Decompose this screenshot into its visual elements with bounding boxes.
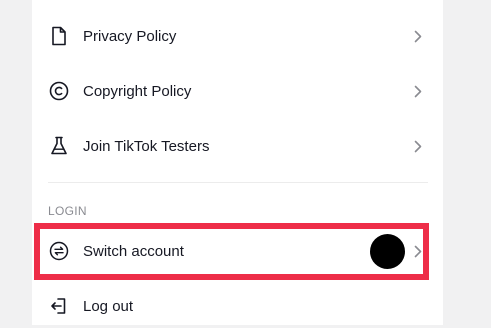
chevron-right-icon <box>412 84 424 98</box>
chevron-right-icon <box>412 244 424 258</box>
join-tiktok-testers-label: Join TikTok Testers <box>83 137 210 155</box>
document-icon <box>48 25 70 47</box>
copyright-policy-label: Copyright Policy <box>83 82 192 100</box>
switch-account-label: Switch account <box>83 242 184 260</box>
logout-icon <box>48 295 70 317</box>
copyright-policy-row[interactable]: Copyright Policy <box>32 69 443 113</box>
chevron-right-icon <box>412 139 424 153</box>
copyright-icon <box>48 80 70 102</box>
privacy-policy-row[interactable]: Privacy Policy <box>32 14 443 58</box>
section-divider <box>48 182 428 183</box>
log-out-label: Log out <box>83 297 134 315</box>
cursor-dot-marker <box>370 234 405 269</box>
chevron-right-icon <box>412 29 424 43</box>
settings-panel: Privacy Policy Copyright Policy Join Tik… <box>32 0 443 325</box>
log-out-row[interactable]: Log out <box>32 284 443 328</box>
join-tiktok-testers-row[interactable]: Join TikTok Testers <box>32 124 443 168</box>
switch-arrows-icon <box>48 240 70 262</box>
login-section-header: LOGIN <box>48 204 87 218</box>
flask-icon <box>48 135 70 157</box>
privacy-policy-label: Privacy Policy <box>83 27 177 45</box>
